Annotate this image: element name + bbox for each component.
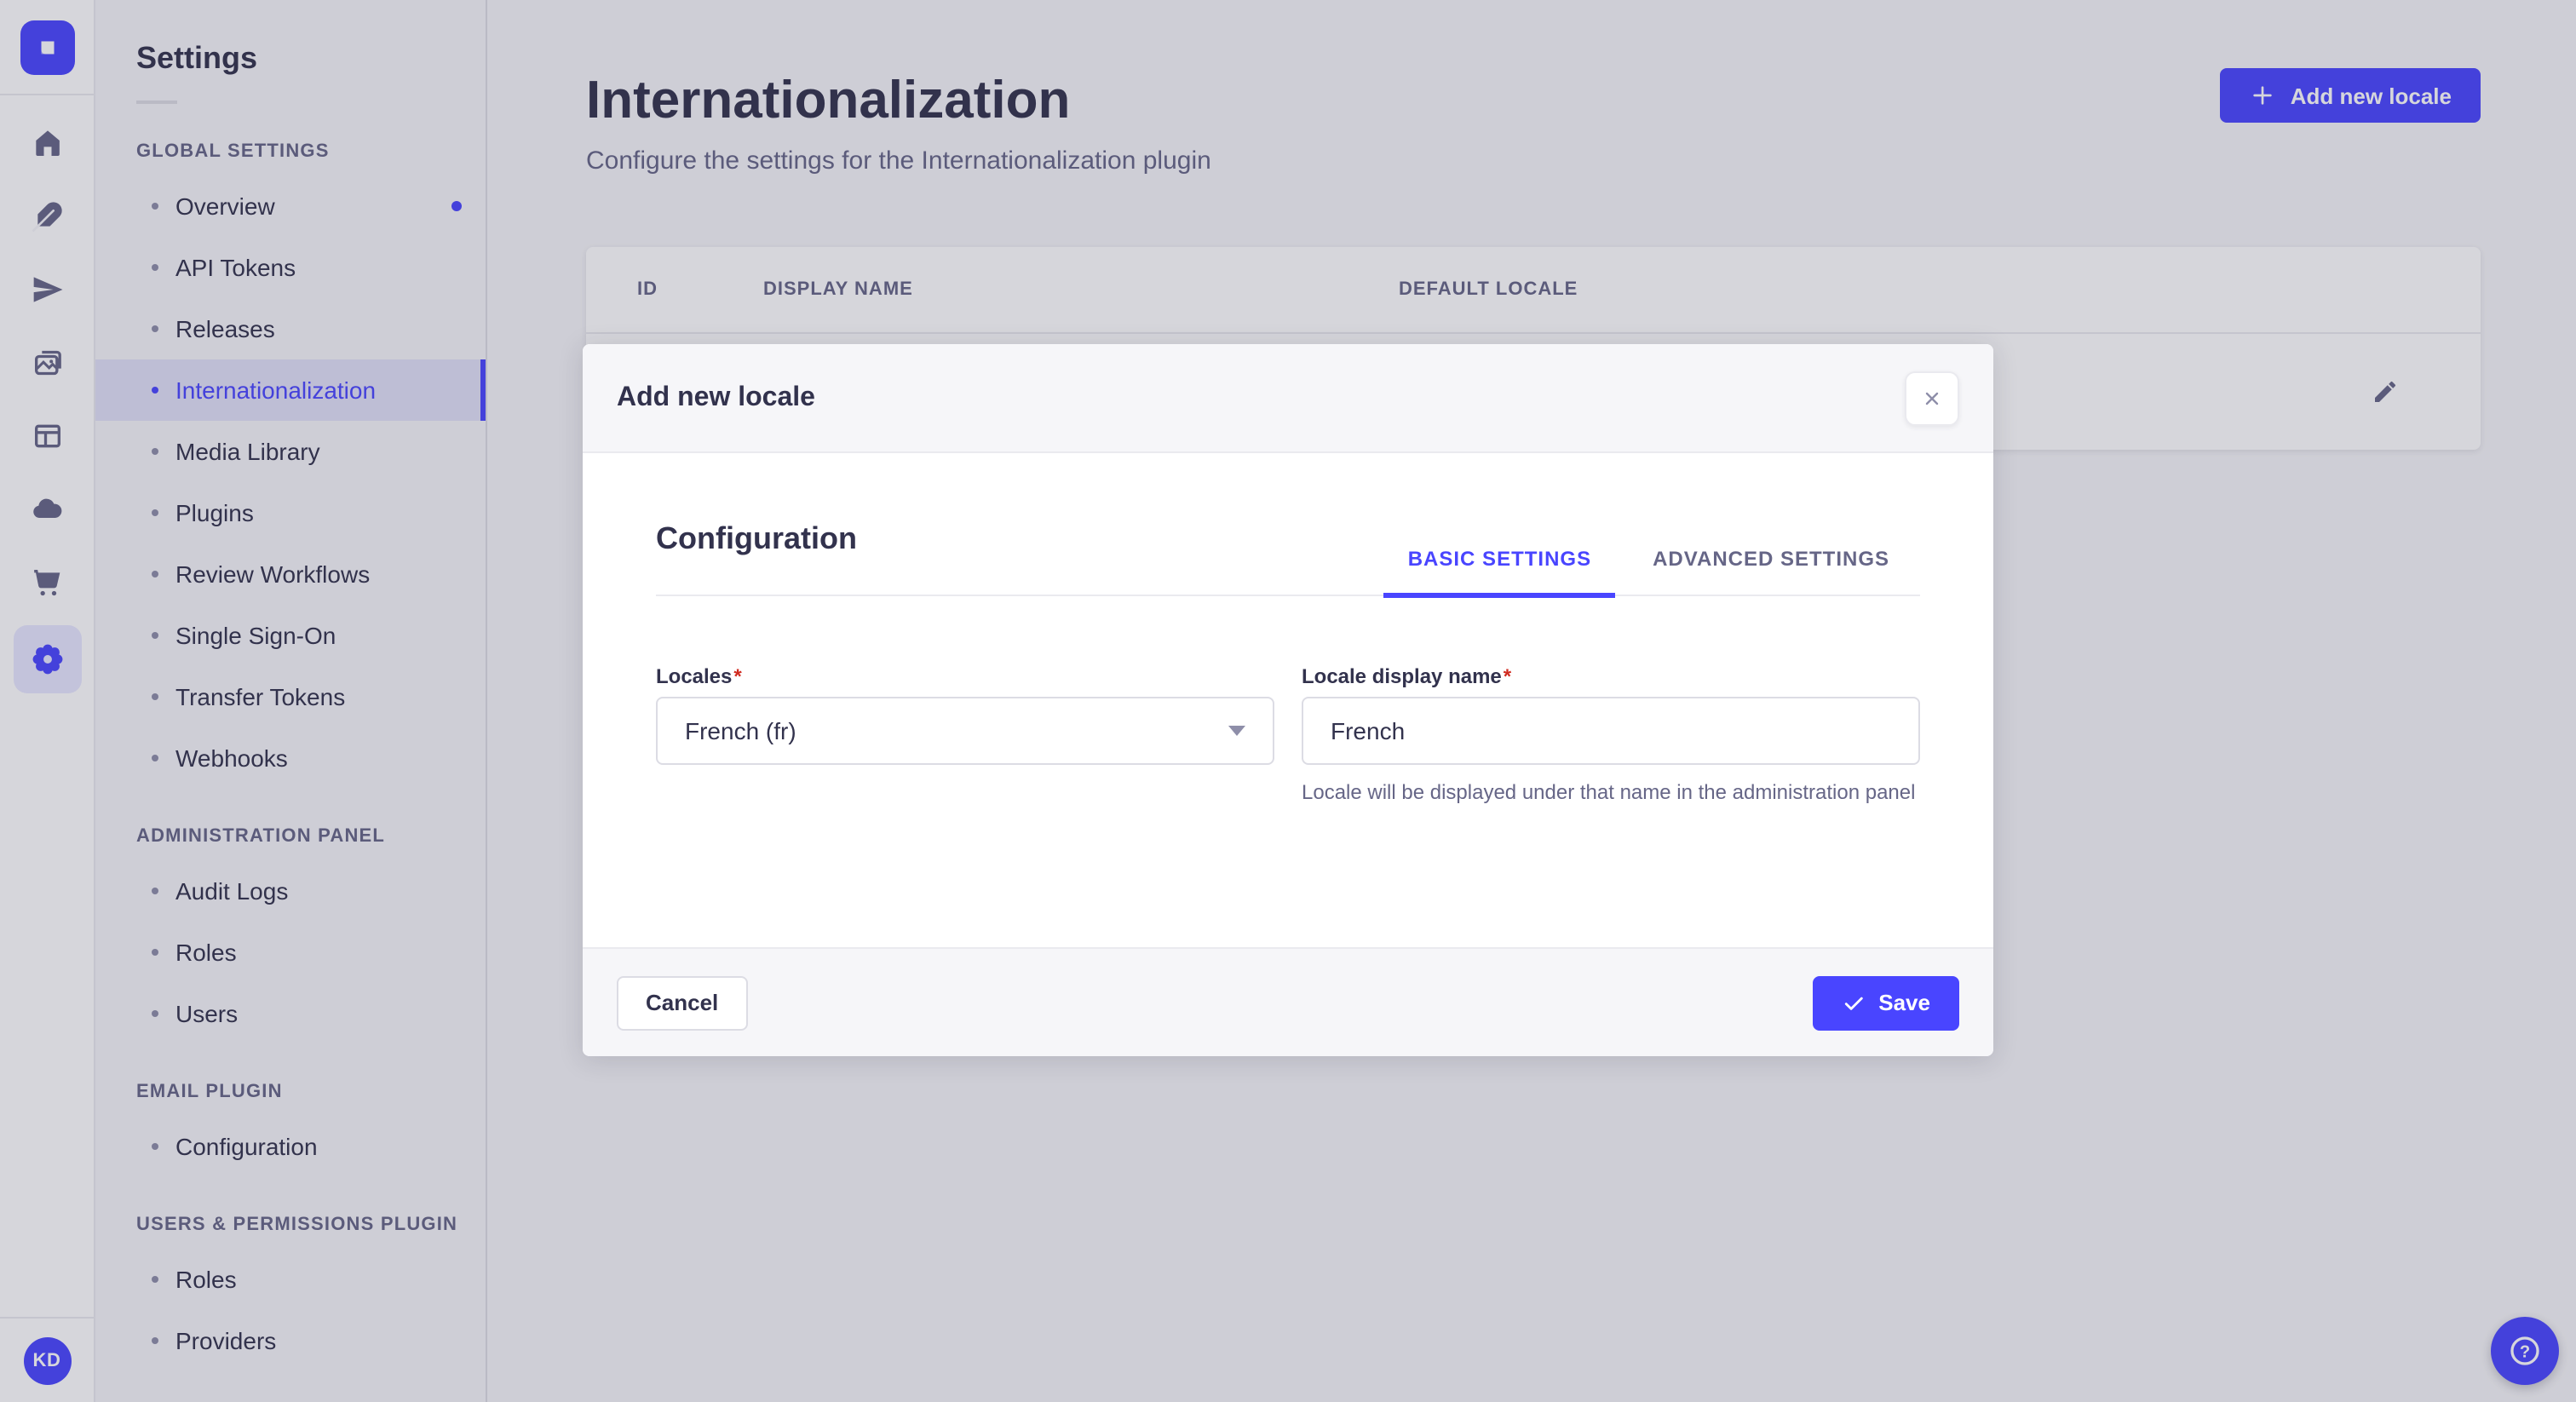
modal-title: Add new locale	[617, 382, 815, 411]
tab-advanced-settings-label: ADVANCED SETTINGS	[1653, 547, 1889, 571]
modal-footer: Cancel Save	[583, 947, 1993, 1056]
display-name-hint: Locale will be displayed under that name…	[1302, 780, 1916, 804]
required-asterisk: *	[733, 664, 742, 688]
locales-label: Locales *	[656, 664, 1274, 688]
tab-basic-settings-label: BASIC SETTINGS	[1407, 547, 1592, 571]
close-icon	[1925, 391, 1939, 405]
cancel-button[interactable]: Cancel	[617, 975, 748, 1030]
check-icon	[1844, 996, 1862, 1009]
tab-advanced-settings[interactable]: ADVANCED SETTINGS	[1622, 547, 1920, 595]
required-asterisk: *	[1503, 664, 1512, 688]
form-fields-row: Locales * French (fr) Locale display name…	[656, 664, 1920, 808]
chevron-down-icon	[1228, 726, 1245, 736]
cancel-button-label: Cancel	[646, 990, 719, 1015]
display-name-label-text: Locale display name	[1302, 664, 1502, 688]
configuration-title: Configuration	[656, 521, 857, 555]
configuration-row: Configuration BASIC SETTINGS ADVANCED SE…	[656, 521, 1920, 598]
locales-label-text: Locales	[656, 664, 733, 688]
display-name-field: Locale display name* Locale will be disp…	[1302, 664, 1920, 808]
save-button[interactable]: Save	[1812, 975, 1959, 1030]
modal-header: Add new locale	[583, 344, 1993, 453]
add-locale-modal: Add new locale Configuration BASIC SETTI…	[583, 344, 1993, 1056]
save-button-label: Save	[1878, 990, 1930, 1015]
close-modal-button[interactable]	[1905, 371, 1959, 425]
display-name-input[interactable]	[1302, 697, 1920, 765]
tab-basic-settings[interactable]: BASIC SETTINGS	[1377, 547, 1622, 598]
locales-select[interactable]: French (fr)	[656, 697, 1274, 765]
settings-tabs: BASIC SETTINGS ADVANCED SETTINGS	[1377, 547, 1920, 598]
locales-select-value: French (fr)	[685, 717, 796, 744]
modal-body: Configuration BASIC SETTINGS ADVANCED SE…	[583, 453, 1993, 947]
display-name-label: Locale display name *	[1302, 664, 1920, 688]
app-root: KD Settings GLOBAL SETTINGS Overview API…	[0, 0, 2576, 1402]
locales-field: Locales * French (fr)	[656, 664, 1274, 808]
